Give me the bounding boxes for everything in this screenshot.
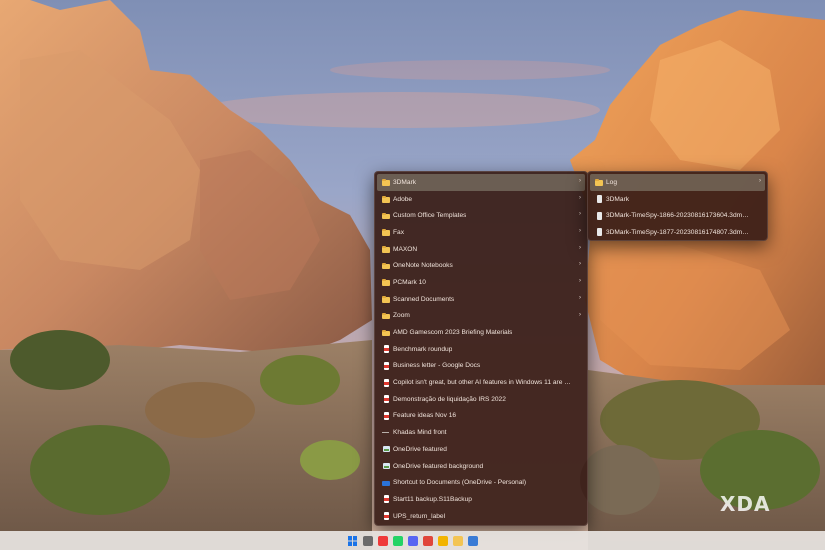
menu-item-label: OneDrive featured bbox=[393, 445, 447, 453]
folder-icon bbox=[382, 228, 390, 236]
menu-item-label: Fax bbox=[393, 228, 404, 236]
chevron-right-icon: › bbox=[579, 294, 581, 301]
menu-item[interactable]: Fax › bbox=[377, 224, 585, 241]
submenu-item-label: Log bbox=[606, 178, 618, 186]
chevron-right-icon: › bbox=[759, 178, 761, 184]
menu-item[interactable]: PCMark 10 › bbox=[377, 274, 585, 291]
taskbar bbox=[0, 531, 825, 550]
menu-item-label: Business letter - Google Docs bbox=[393, 362, 481, 370]
menu-item-label: MAXON bbox=[393, 245, 418, 253]
file-explorer-icon[interactable] bbox=[452, 535, 463, 546]
folder-icon bbox=[382, 312, 390, 320]
menu-item[interactable]: Benchmark roundup bbox=[377, 341, 585, 358]
chevron-right-icon: › bbox=[579, 178, 581, 184]
menu-item-label: Adobe bbox=[393, 195, 413, 203]
menu-item[interactable]: Feature ideas Nov 16 bbox=[377, 408, 585, 425]
menu-item-label: 3DMark bbox=[393, 178, 417, 186]
pinwheel-icon[interactable] bbox=[437, 535, 448, 546]
calendar-icon[interactable] bbox=[362, 535, 373, 546]
pdf-icon bbox=[382, 395, 390, 404]
folder-icon bbox=[382, 295, 390, 303]
pdf-icon bbox=[382, 378, 390, 387]
pdf-icon bbox=[382, 345, 390, 354]
menu-item-label: Scanned Documents bbox=[393, 295, 455, 303]
pdf-icon bbox=[382, 512, 390, 521]
menu-item[interactable]: Custom Office Templates › bbox=[377, 207, 585, 224]
menu-item[interactable]: OneDrive featured bbox=[377, 441, 585, 458]
submenu-item[interactable]: 3DMark bbox=[590, 191, 765, 208]
folder-context-menu: 3DMark › Adobe › Custom Office Templates › Fax… bbox=[374, 171, 588, 526]
pdf-icon bbox=[382, 361, 390, 370]
file-icon bbox=[595, 211, 603, 220]
submenu-item-label: 3DMark-TimeSpy-1877-20230816174807.3dmar… bbox=[606, 228, 751, 236]
menu-item[interactable]: Start11 backup.S11Backup bbox=[377, 491, 585, 508]
menu-item[interactable]: OneNote Notebooks › bbox=[377, 257, 585, 274]
menu-item[interactable]: UPS_return_label bbox=[377, 508, 585, 525]
menu-item[interactable]: Copilot isn't great, but other AI featur… bbox=[377, 374, 585, 391]
menu-item-label: Start11 backup.S11Backup bbox=[393, 495, 472, 503]
folder-icon bbox=[382, 278, 390, 286]
pdf-icon bbox=[382, 495, 390, 504]
menu-item-label: PCMark 10 bbox=[393, 278, 426, 286]
menu-item[interactable]: OneDrive featured background bbox=[377, 458, 585, 475]
folder-icon bbox=[382, 329, 390, 337]
submenu-item[interactable]: 3DMark-TimeSpy-1866-20230816173604.3dmar… bbox=[590, 207, 765, 224]
folder-icon bbox=[382, 178, 390, 186]
menu-item-label: Feature ideas Nov 16 bbox=[393, 412, 457, 420]
chevron-right-icon: › bbox=[579, 228, 581, 235]
menu-item[interactable]: Business letter - Google Docs bbox=[377, 358, 585, 375]
chevron-right-icon: › bbox=[579, 244, 581, 251]
picture-icon bbox=[382, 462, 390, 470]
submenu-item-label: 3DMark-TimeSpy-1866-20230816173604.3dmar… bbox=[606, 212, 751, 220]
chrome-icon[interactable] bbox=[422, 535, 433, 546]
menu-item-label: AMD Gamescom 2023 Briefing Materials bbox=[393, 329, 513, 337]
chevron-right-icon: › bbox=[579, 261, 581, 268]
notepad-icon[interactable] bbox=[467, 535, 478, 546]
menu-item[interactable]: Adobe › bbox=[377, 191, 585, 208]
chevron-right-icon: › bbox=[579, 194, 581, 201]
menu-item[interactable]: Scanned Documents › bbox=[377, 291, 585, 308]
menu-item-label: Benchmark roundup bbox=[393, 345, 453, 353]
discord-icon[interactable] bbox=[407, 535, 418, 546]
menu-item-label: Shortcut to Documents (OneDrive - Person… bbox=[393, 479, 527, 487]
submenu-item[interactable]: 3DMark-TimeSpy-1877-20230816174807.3dmar… bbox=[590, 224, 765, 241]
shortcut-icon bbox=[382, 479, 390, 487]
menu-item[interactable]: Demonstração de liquidação IRS 2022 bbox=[377, 391, 585, 408]
file-icon bbox=[595, 195, 603, 204]
folder-icon bbox=[382, 195, 390, 203]
picture-icon bbox=[382, 445, 390, 453]
submenu-item-label: 3DMark bbox=[606, 195, 630, 203]
menu-item[interactable]: Khadas Mind front bbox=[377, 424, 585, 441]
menu-item-label: Copilot isn't great, but other AI featur… bbox=[393, 379, 571, 387]
folder-icon bbox=[382, 245, 390, 253]
menu-item[interactable]: 3DMark › bbox=[377, 174, 585, 191]
folder-icon bbox=[595, 178, 603, 186]
menu-item-label: OneNote Notebooks bbox=[393, 262, 453, 270]
menu-item-label: Zoom bbox=[393, 312, 410, 320]
xda-watermark: XDA bbox=[720, 492, 771, 516]
chevron-right-icon: › bbox=[579, 211, 581, 218]
menu-item-label: Demonstração de liquidação IRS 2022 bbox=[393, 395, 506, 403]
file-icon bbox=[595, 228, 603, 237]
chevron-right-icon: › bbox=[579, 278, 581, 285]
pdf-icon bbox=[382, 411, 390, 420]
menu-item[interactable]: Zoom › bbox=[377, 308, 585, 325]
menu-item-label: Khadas Mind front bbox=[393, 429, 447, 437]
menu-item[interactable]: Shortcut to Documents (OneDrive - Person… bbox=[377, 474, 585, 491]
start-icon[interactable] bbox=[347, 535, 358, 546]
chevron-right-icon: › bbox=[579, 311, 581, 318]
3dmark-submenu: Log › 3DMark 3DMark-TimeSpy-1866-2023081617… bbox=[587, 171, 768, 241]
vivaldi-icon[interactable] bbox=[377, 535, 388, 546]
doc-icon bbox=[382, 429, 390, 437]
menu-item-label: Custom Office Templates bbox=[393, 212, 467, 220]
menu-item-label: UPS_return_label bbox=[393, 512, 446, 520]
menu-item-label: OneDrive featured background bbox=[393, 462, 484, 470]
menu-item[interactable]: AMD Gamescom 2023 Briefing Materials bbox=[377, 324, 585, 341]
whatsapp-icon[interactable] bbox=[392, 535, 403, 546]
folder-icon bbox=[382, 262, 390, 270]
submenu-item[interactable]: Log › bbox=[590, 174, 765, 191]
folder-icon bbox=[382, 212, 390, 220]
menu-item[interactable]: MAXON › bbox=[377, 241, 585, 258]
